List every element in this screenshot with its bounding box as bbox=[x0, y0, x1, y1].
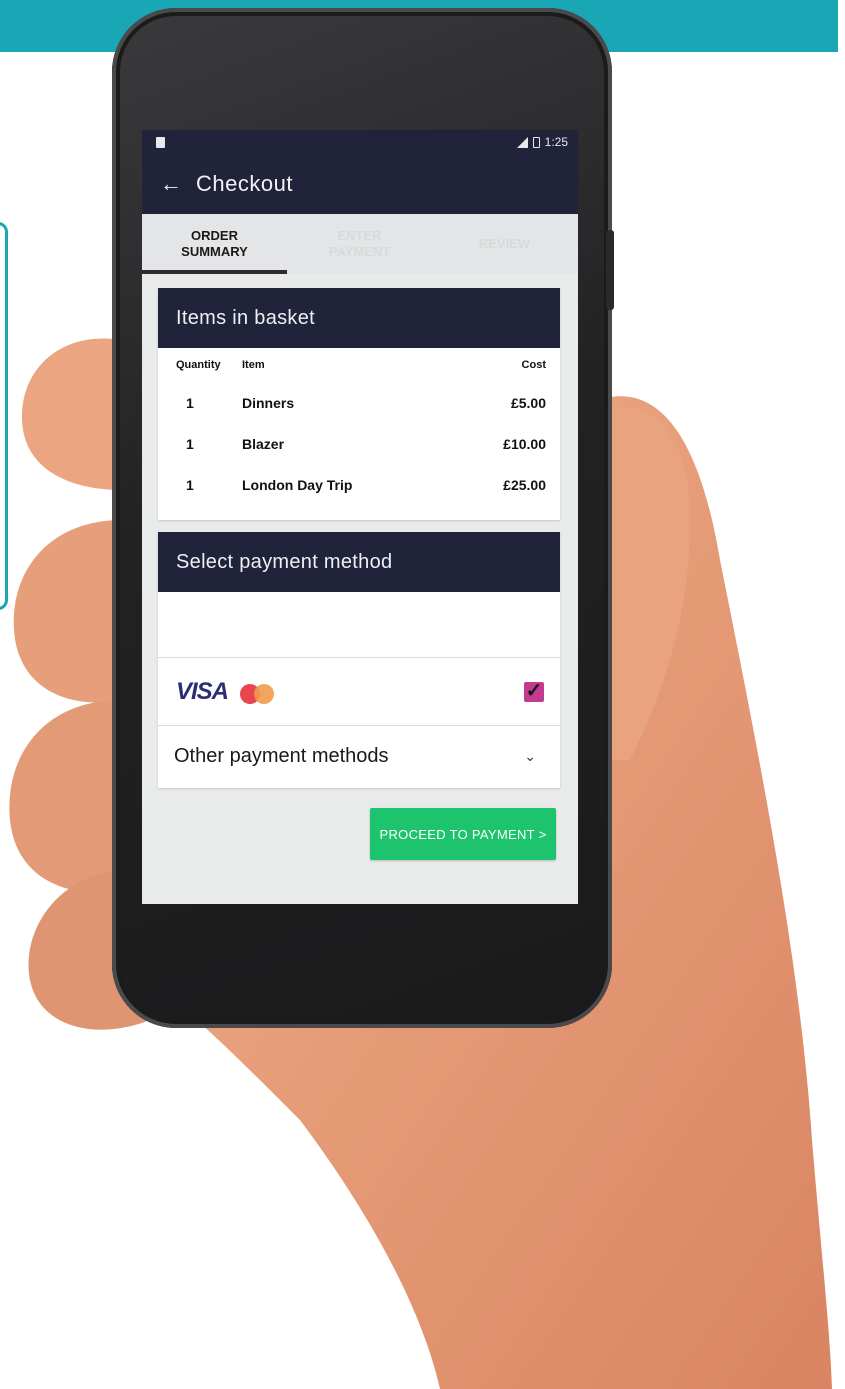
tab-label-line1: Order bbox=[191, 228, 238, 244]
sd-card-icon bbox=[156, 136, 165, 148]
checkout-tabs: Order Summary Enter Payment Review bbox=[142, 214, 578, 274]
status-right: 1:25 bbox=[516, 135, 568, 149]
row-item: London Day Trip bbox=[242, 476, 353, 493]
payment-header: Select payment method bbox=[158, 532, 560, 592]
row-cost: £25.00 bbox=[503, 476, 546, 493]
card-logos: VISA bbox=[176, 677, 275, 706]
table-header-row: Quantity Item Cost bbox=[158, 348, 560, 382]
row-cost: £5.00 bbox=[510, 394, 546, 411]
tab-review[interactable]: Review bbox=[432, 214, 577, 274]
basket-header: Items in basket bbox=[158, 288, 560, 348]
signal-icon bbox=[516, 136, 528, 148]
chevron-down-icon: ⌄ bbox=[524, 747, 536, 764]
column-cost: Cost bbox=[521, 359, 546, 371]
payment-card: Select payment method VISA ✓ Other payme… bbox=[158, 532, 560, 788]
table-row: 1 Dinners £5.00 bbox=[158, 382, 560, 423]
tab-label-line1: Review bbox=[478, 236, 531, 252]
tab-label-line2: Payment bbox=[328, 244, 391, 259]
battery-icon bbox=[532, 136, 540, 148]
proceed-to-payment-button[interactable]: PROCEED TO PAYMENT > bbox=[370, 808, 556, 860]
tab-label-line2: Summary bbox=[181, 244, 248, 259]
table-row: 1 London Day Trip £25.00 bbox=[158, 464, 560, 505]
tab-order-summary[interactable]: Order Summary bbox=[142, 214, 287, 274]
row-item: Dinners bbox=[242, 394, 295, 411]
row-item: Blazer bbox=[242, 435, 285, 452]
payment-empty-row bbox=[158, 592, 560, 658]
app-bar: ← Checkout bbox=[142, 154, 578, 214]
column-item: Item bbox=[242, 359, 265, 371]
mastercard-logo bbox=[240, 684, 275, 705]
checkbox-checked-icon[interactable]: ✓ bbox=[524, 681, 544, 702]
phone-screen: 1:25 ← Checkout Order Summary Enter Paym… bbox=[142, 130, 578, 904]
column-quantity: Quantity bbox=[176, 359, 221, 371]
row-quantity: 1 bbox=[186, 394, 194, 411]
table-row: 1 Blazer £10.00 bbox=[158, 423, 560, 464]
other-payment-methods-label: Other payment methods bbox=[174, 744, 389, 767]
basket-card: Items in basket Quantity Item Cost 1 Din… bbox=[158, 288, 560, 520]
status-time: 1:25 bbox=[544, 135, 568, 149]
status-bar: 1:25 bbox=[142, 130, 578, 154]
phone-side-button bbox=[606, 230, 614, 310]
visa-logo: VISA bbox=[176, 677, 229, 705]
basket-table: Quantity Item Cost 1 Dinners £5.00 1 Bla… bbox=[158, 348, 560, 505]
row-quantity: 1 bbox=[186, 435, 194, 452]
other-payment-methods-dropdown[interactable]: Other payment methods ⌄ bbox=[158, 726, 560, 786]
arrow-left-icon[interactable]: ← bbox=[160, 173, 182, 195]
tab-enter-payment[interactable]: Enter Payment bbox=[287, 214, 432, 274]
page-title: Checkout bbox=[196, 171, 293, 196]
card-payment-option[interactable]: VISA ✓ bbox=[158, 658, 560, 726]
active-tab-indicator bbox=[142, 270, 287, 274]
row-quantity: 1 bbox=[186, 476, 194, 493]
row-cost: £10.00 bbox=[503, 435, 546, 452]
tab-label-line1: Enter bbox=[337, 228, 382, 244]
